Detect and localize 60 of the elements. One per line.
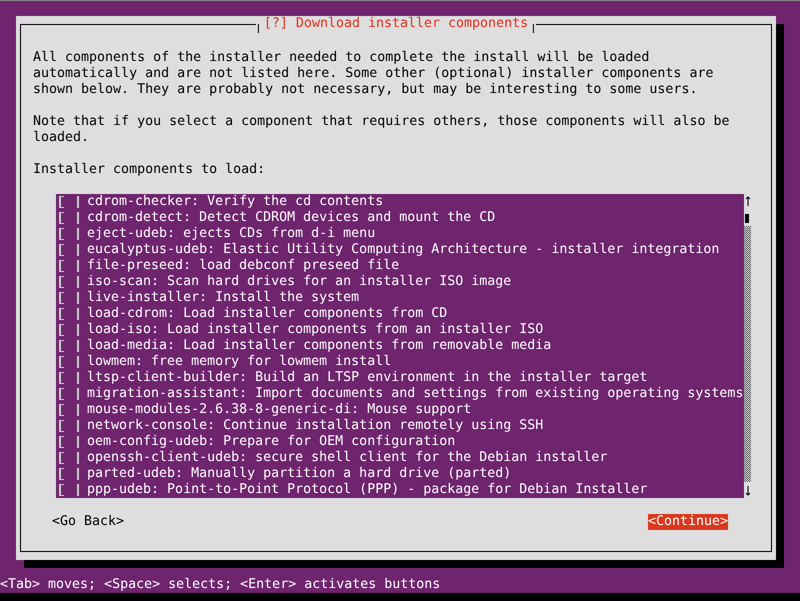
checkbox[interactable]	[59, 468, 79, 480]
component-label: lowmem: free memory for lowmem install	[87, 354, 392, 370]
checkbox[interactable]	[59, 452, 79, 464]
checkbox[interactable]	[59, 484, 79, 496]
checkbox[interactable]	[59, 212, 79, 224]
component-item[interactable]: iso-scan: Scan hard drives for an installer ISO image	[56, 274, 744, 290]
checkbox[interactable]	[59, 356, 79, 368]
component-item[interactable]: eject-udeb: ejects CDs from d-i menu	[56, 226, 744, 242]
component-item[interactable]: openssh-client-udeb: secure shell client for the Debian installer	[56, 450, 744, 466]
component-item[interactable]: ppp-udeb: Point-to-Point Protocol (PPP) - package for Debian Installer	[56, 482, 744, 498]
checkbox[interactable]	[59, 228, 79, 240]
component-label: cdrom-detect: Detect CDROM devices and mount the CD	[87, 210, 496, 226]
dialog-title: [?] Download installer components	[256, 16, 536, 32]
component-label: ltsp-client-builder: Build an LTSP environment in the installer target	[87, 370, 648, 386]
checkbox[interactable]	[59, 404, 79, 416]
component-label: oem-config-udeb: Prepare for OEM configuration	[87, 434, 456, 450]
component-item[interactable]: load-cdrom: Load installer components from CD	[56, 306, 744, 322]
component-item[interactable]: file-preseed: load debconf preseed file	[56, 258, 744, 274]
component-label: network-console: Continue installation remotely using SSH	[87, 418, 544, 434]
component-item[interactable]: ltsp-client-builder: Build an LTSP environment in the installer target	[56, 370, 744, 386]
component-label: parted-udeb: Manually partition a hard drive (parted)	[87, 466, 512, 482]
checkbox[interactable]	[59, 372, 79, 384]
component-label: load-cdrom: Load installer components from CD	[87, 306, 448, 322]
back-button[interactable]: <Go Back>	[52, 514, 124, 530]
component-item[interactable]: load-media: Load installer components from removable media	[56, 338, 744, 354]
component-item[interactable]: live-installer: Install the system	[56, 290, 744, 306]
checkbox[interactable]	[59, 324, 79, 336]
component-label: mouse-modules-2.6.38-8-generic-di: Mouse support	[87, 402, 472, 418]
component-item[interactable]: cdrom-detect: Detect CDROM devices and mount the CD	[56, 210, 744, 226]
component-label: ppp-udeb: Point-to-Point Protocol (PPP) - package for Debian Installer	[87, 482, 648, 498]
component-label: load-media: Load installer components from removable media	[87, 338, 552, 354]
component-item[interactable]: load-iso: Load installer components from an installer ISO	[56, 322, 744, 338]
component-label: live-installer: Install the system	[87, 290, 360, 306]
list-label: Installer components to load:	[33, 162, 266, 178]
component-label: openssh-client-udeb: secure shell client for the Debian installer	[87, 450, 608, 466]
scrollbar[interactable]	[744, 194, 752, 498]
checkbox[interactable]	[59, 244, 79, 256]
checkbox[interactable]	[59, 260, 79, 272]
checkbox[interactable]	[59, 292, 79, 304]
checkbox[interactable]	[59, 196, 79, 208]
checkbox[interactable]	[59, 420, 79, 432]
component-item[interactable]: lowmem: free memory for lowmem install	[56, 354, 744, 370]
checkbox[interactable]	[59, 436, 79, 448]
component-item[interactable]: cdrom-checker: Verify the cd contents	[56, 194, 744, 210]
instruction-text: Note that if you select a component that requires others, those components will also be loaded.	[33, 114, 730, 146]
component-label: cdrom-checker: Verify the cd contents	[87, 194, 384, 210]
component-item[interactable]: network-console: Continue installation remotely using SSH	[56, 418, 744, 434]
checkbox[interactable]	[59, 340, 79, 352]
component-label: file-preseed: load debconf preseed file	[87, 258, 400, 274]
checkbox[interactable]	[59, 388, 79, 400]
component-item[interactable]: parted-udeb: Manually partition a hard drive (parted)	[56, 466, 744, 482]
checkbox[interactable]	[59, 276, 79, 288]
checkbox[interactable]	[59, 308, 79, 320]
component-label: eject-udeb: ejects CDs from d-i menu	[87, 226, 376, 242]
component-label: iso-scan: Scan hard drives for an installer ISO image	[87, 274, 512, 290]
component-item[interactable]: oem-config-udeb: Prepare for OEM configuration	[56, 434, 744, 450]
component-item[interactable]: mouse-modules-2.6.38-8-generic-di: Mouse support	[56, 402, 744, 418]
component-label: load-iso: Load installer components from an installer ISO	[87, 322, 544, 338]
continue-button[interactable]: <Continue>	[648, 514, 728, 530]
instruction-text: All components of the installer needed to complete the install will be loaded automatically and are not listed here. Some other (optional) installer components are shown below. They are probably not necessary, but may be interesting to some users.	[33, 50, 714, 98]
